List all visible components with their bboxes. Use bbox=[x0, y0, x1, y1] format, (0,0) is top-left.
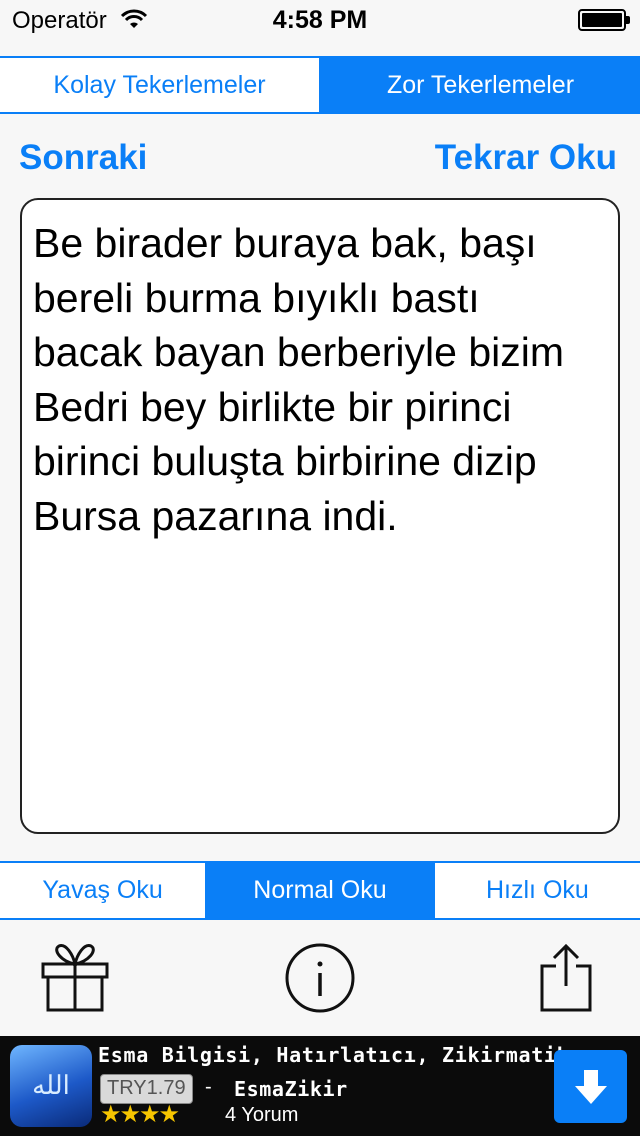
ad-separator: - bbox=[205, 1076, 212, 1098]
bottom-toolbar bbox=[0, 920, 640, 1036]
ad-app-icon-glyph: الله bbox=[32, 1071, 70, 1101]
ad-app-name: EsmaZikir bbox=[234, 1077, 348, 1101]
gift-button[interactable] bbox=[39, 940, 111, 1016]
ad-download-button[interactable] bbox=[554, 1050, 627, 1123]
difficulty-segmented-control: Kolay Tekerlemeler Zor Tekerlemeler bbox=[0, 56, 640, 114]
share-button[interactable] bbox=[530, 940, 602, 1016]
gift-icon bbox=[41, 944, 109, 1012]
tab-easy-tongue-twisters[interactable]: Kolay Tekerlemeler bbox=[0, 58, 319, 112]
tongue-twister-text: Be birader buraya bak, başı bereli burma… bbox=[20, 198, 620, 834]
download-arrow-icon bbox=[574, 1069, 607, 1104]
ad-rating-stars: ★★★★ bbox=[100, 1101, 180, 1128]
tab-normal-read[interactable]: Normal Oku bbox=[205, 863, 433, 918]
status-time: 4:58 PM bbox=[272, 6, 368, 34]
info-button[interactable] bbox=[284, 940, 356, 1016]
info-icon bbox=[285, 943, 355, 1013]
ad-banner[interactable]: الله Esma Bilgisi, Hatırlatıcı, Zikirmat… bbox=[0, 1036, 640, 1136]
tab-fast-read[interactable]: Hızlı Oku bbox=[432, 863, 640, 918]
ad-review-count: 4 Yorum bbox=[225, 1104, 299, 1126]
tab-slow-read[interactable]: Yavaş Oku bbox=[0, 863, 206, 918]
read-again-button[interactable]: Tekrar Oku bbox=[435, 138, 617, 178]
tab-hard-tongue-twisters[interactable]: Zor Tekerlemeler bbox=[319, 58, 640, 112]
ad-app-icon: الله bbox=[10, 1045, 92, 1127]
speed-segmented-control: Yavaş Oku Normal Oku Hızlı Oku bbox=[0, 861, 640, 920]
status-bar: Operatör 4:58 PM bbox=[0, 0, 640, 40]
battery-icon bbox=[578, 9, 630, 31]
ad-title: Esma Bilgisi, Hatırlatıcı, Zikirmatik bbox=[98, 1043, 570, 1067]
share-icon bbox=[540, 943, 592, 1012]
next-button[interactable]: Sonraki bbox=[19, 138, 147, 178]
